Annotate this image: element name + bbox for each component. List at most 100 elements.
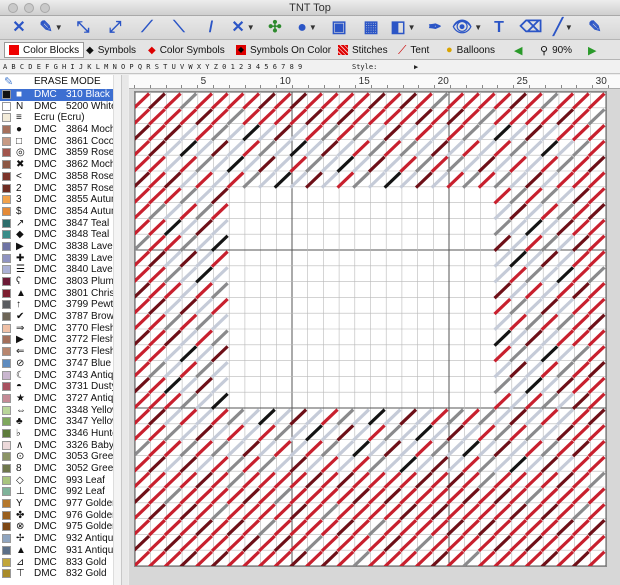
palette-item[interactable]: ▲DMC3801 Christmas: [0, 288, 127, 300]
stitch-grid[interactable]: [134, 91, 607, 567]
palette-item[interactable]: ☰ DMC 3840 Lavender: [0, 264, 127, 276]
palette-item[interactable]: ⊘ DMC 3747 Blue: [0, 358, 127, 370]
palette-item[interactable]: ✢ DMC 932 Antique: [0, 533, 127, 545]
symbols-on-color-button[interactable]: ◆ Symbols On Color: [236, 42, 331, 58]
back-button[interactable]: ◀: [514, 42, 522, 58]
zoom-window-button[interactable]: [40, 3, 50, 13]
layers-tool-button[interactable]: ◧ ▼: [388, 18, 418, 38]
palette-item[interactable]: ★ DMC 3727 Antique: [0, 393, 127, 405]
palette-item[interactable]: Y DMC 977 Golden: [0, 498, 127, 510]
palette-item[interactable]: ▲ DMC 931 Antique: [0, 545, 127, 557]
palette-item[interactable]: < DMC 3858 Rose: [0, 171, 127, 183]
cross-tool-button[interactable]: ✕ ▼: [228, 18, 258, 38]
line-tool-button[interactable]: ╱ ▼: [548, 18, 578, 38]
diagonal-tool-button[interactable]: ⟍: [164, 18, 194, 38]
palette-item[interactable]: $ DMC 3854 Autumn: [0, 206, 127, 218]
palette-item[interactable]: ◎ DMC 3859 Rose: [0, 147, 127, 159]
alphabet-letters[interactable]: A B C D E F G H I J K L M N O P Q R S T …: [3, 63, 302, 71]
palette-scrollbar[interactable]: [113, 75, 121, 585]
fill-tool-button[interactable]: ▣: [324, 18, 354, 38]
pane-splitter[interactable]: [121, 75, 128, 585]
tent-stitch: [148, 471, 166, 489]
dropdown-arrow-icon[interactable]: ▼: [408, 18, 416, 38]
eraser-tool-button[interactable]: ⌫: [516, 18, 546, 38]
dropdown-arrow-icon[interactable]: ▼: [565, 18, 573, 38]
thread-brand: DMC: [34, 89, 57, 100]
stitches-button[interactable]: Stitches: [338, 42, 388, 58]
text-tool-button[interactable]: T: [484, 18, 514, 38]
dropdown-arrow-icon[interactable]: ▼: [309, 18, 317, 38]
tent-stitch: [493, 313, 512, 331]
palette-item[interactable]: ♣ DMC 3347 Yellow: [0, 416, 127, 428]
style-dropdown-icon[interactable]: ▶: [414, 60, 418, 74]
palette-item[interactable]: ≡ Ecru (Ecru): [0, 112, 127, 124]
palette-item[interactable]: ✔ DMC 3787 Brown: [0, 311, 127, 323]
half-stitch-right-tool-button[interactable]: ⤢: [100, 18, 130, 38]
tent-stitch: [399, 139, 418, 158]
palette-item[interactable]: □ DMC 3861 Cocoa: [0, 136, 127, 148]
color-blocks-button[interactable]: Color Blocks: [4, 42, 85, 58]
color-picker-tool-button[interactable]: ✎: [580, 18, 610, 38]
palette-item[interactable]: ■ DMC 310 Black: [0, 89, 127, 101]
tent-tool-button[interactable]: /: [196, 18, 226, 38]
palette-item[interactable]: ⊤ DMC 832 Gold: [0, 568, 127, 580]
palette-item[interactable]: ♭ DMC 3346 Hunter: [0, 428, 127, 440]
palette-item[interactable]: ◓ DMC 3731 Dusty: [0, 381, 127, 393]
view-tool-button[interactable]: 👁 ▼: [452, 18, 482, 38]
zoom-control[interactable]: ⚲ 90%: [540, 42, 572, 58]
palette-item[interactable]: ◆ DMC 3848 Teal: [0, 229, 127, 241]
palette-item[interactable]: ▶ DMC 3838 Lavender: [0, 241, 127, 253]
palette-item[interactable]: ʕ DMC 3803 Plum: [0, 276, 127, 288]
tent-button[interactable]: ⟋ Tent: [398, 42, 429, 58]
eyedropper-tool-button[interactable]: ✒: [420, 18, 450, 38]
quarter-stitch-tool-button[interactable]: ⟋: [132, 18, 162, 38]
palette-item[interactable]: ∧ DMC 3326 Baby: [0, 440, 127, 452]
tent-stitch: [210, 455, 229, 474]
tent-stitch: [336, 171, 355, 189]
palette-item[interactable]: ✤ DMC 976 Golden: [0, 510, 127, 522]
palette-item[interactable]: ▶ DMC 3772 Flesh: [0, 334, 127, 346]
palette-item[interactable]: ⇐ DMC 3773 Flesh: [0, 346, 127, 358]
thread-symbol-icon: 3: [16, 194, 22, 206]
thread-number: 976 Golden: [66, 509, 118, 521]
tent-stitch: [509, 250, 528, 268]
brush-tool-button[interactable]: ✎ ▼: [36, 18, 66, 38]
palette-item[interactable]: ☾ DMC 3743 Antique: [0, 370, 127, 382]
symbols-button[interactable]: ◆ Symbols: [86, 42, 136, 58]
tent-stitch: [462, 124, 480, 142]
palette-item[interactable]: ↗ DMC 3847 Teal: [0, 218, 127, 230]
palette-item[interactable]: ↑ DMC 3799 Pewter: [0, 299, 127, 311]
dropdown-arrow-icon[interactable]: ▼: [55, 18, 63, 38]
erase-mode-item[interactable]: ✎ ERASE MODE: [0, 75, 127, 89]
palette-item[interactable]: ⊙ DMC 3053 Green: [0, 451, 127, 463]
color-symbols-button[interactable]: ◆ Color Symbols: [148, 42, 225, 58]
palette-item[interactable]: ⇒ DMC 3770 Flesh: [0, 323, 127, 335]
forward-button[interactable]: ▶: [588, 42, 596, 58]
palette-item[interactable]: 3 DMC 3855 Autumn: [0, 194, 127, 206]
alphabet-symbol-bar[interactable]: A B C D E F G H I J K L M N O P Q R S T …: [0, 60, 620, 74]
french-knot-tool-button[interactable]: ✣: [260, 18, 290, 38]
palette-item[interactable]: 2 DMC 3857 Rose: [0, 183, 127, 195]
balloons-button[interactable]: ● Balloons: [446, 42, 495, 58]
palette-item[interactable]: ⊥ DMC 992 Leaf: [0, 486, 127, 498]
close-window-button[interactable]: [8, 3, 18, 13]
palette-item[interactable]: ✖ DMC 3862 Mocha: [0, 159, 127, 171]
palette-item[interactable]: ⊿ DMC 833 Gold: [0, 557, 127, 569]
minimize-window-button[interactable]: [24, 3, 34, 13]
palette-item[interactable]: ◇ DMC 993 Leaf: [0, 475, 127, 487]
palette-item[interactable]: ⊗ DMC 975 Golden: [0, 521, 127, 533]
half-stitch-left-tool-button[interactable]: ⤡: [68, 18, 98, 38]
x-stitch-tool-button[interactable]: ✕: [4, 18, 34, 38]
tent-stitch: [148, 155, 166, 173]
palette-item[interactable]: N DMC 5200 White: [0, 101, 127, 113]
palette-item[interactable]: ● DMC 3864 Mocha: [0, 124, 127, 136]
dropdown-arrow-icon[interactable]: ▼: [247, 18, 255, 38]
dropdown-arrow-icon[interactable]: ▼: [474, 18, 482, 38]
palette-item[interactable]: 8 DMC 3052 Green: [0, 463, 127, 475]
shape-tool-button[interactable]: ● ▼: [292, 18, 322, 38]
palette-item[interactable]: ✚ DMC 3839 Lavender: [0, 253, 127, 265]
tent-stitch: [446, 108, 465, 126]
palette-item[interactable]: ⇔ DMC 3348 Yellow: [0, 405, 127, 417]
tent-stitch: [242, 519, 261, 537]
select-tool-button[interactable]: ▦: [356, 18, 386, 38]
